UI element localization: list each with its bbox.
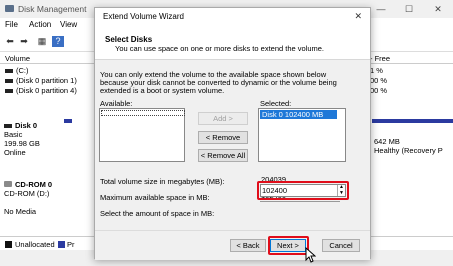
unallocated-swatch (5, 241, 12, 248)
menu-action[interactable]: Action (29, 20, 51, 29)
recovery-partition[interactable]: 642 MB Healthy (Recovery P (374, 137, 443, 155)
menu-view[interactable]: View (60, 20, 77, 29)
console-tree-icon[interactable]: ▦ (36, 36, 48, 47)
dialog-title: Extend Volume Wizard (103, 12, 184, 21)
available-disks-list[interactable] (99, 108, 185, 162)
total-size-label: Total volume size in megabytes (MB): (100, 177, 225, 186)
window-title: Disk Management (18, 4, 87, 14)
volume-icon (5, 69, 13, 74)
selected-label: Selected: (260, 99, 292, 108)
next-button-highlight (268, 236, 309, 255)
volume-name: (Disk 0 partition 1) (16, 76, 77, 85)
volume-icon (5, 89, 13, 94)
disk-0-bar-left (64, 119, 72, 123)
partition-size: 642 MB (374, 137, 400, 146)
description-text: You can only extend the volume to the av… (100, 70, 337, 95)
dialog-header: Select Disks You can use space on one or… (95, 25, 370, 60)
disk-type: Basic (4, 130, 23, 139)
disk-0-bar-right (372, 119, 453, 123)
column-free[interactable]: - Free (370, 54, 390, 63)
volume-free: 00 % (370, 86, 388, 95)
volume-name: (C:) (16, 66, 29, 75)
cdrom-name: CD-ROM 0 (15, 180, 53, 189)
dialog-close-button[interactable]: ✕ (354, 11, 362, 22)
available-label: Available: (100, 99, 133, 108)
select-space-label: Select the amount of space in MB: (100, 209, 215, 218)
back-arrow-icon[interactable]: ⬅ (4, 36, 16, 47)
cdrom-icon (4, 181, 12, 187)
cdrom-drive: CD-ROM (D:) (4, 189, 50, 198)
disk-status: Online (4, 148, 26, 157)
volume-icon (5, 79, 13, 84)
volume-name: (Disk 0 partition 4) (16, 86, 77, 95)
back-button[interactable]: < Back (230, 239, 266, 252)
volume-free: 00 % (370, 76, 388, 85)
disk-management-icon (5, 5, 14, 12)
selected-disks-list[interactable]: Disk 0 102400 MB (258, 108, 346, 162)
selected-disk-item[interactable]: Disk 0 102400 MB (260, 110, 338, 119)
dialog-footer: < Back Next > Cancel (95, 230, 370, 260)
page-heading: Select Disks (105, 35, 153, 44)
available-focus-item[interactable] (101, 110, 185, 116)
remove-all-button[interactable]: < Remove All (198, 149, 248, 162)
minimize-button[interactable]: — (370, 2, 392, 16)
dialog-body: You can only extend the volume to the av… (95, 60, 370, 228)
disk-name: Disk 0 (15, 121, 38, 130)
space-amount-highlight (257, 181, 349, 200)
max-space-label: Maximum available space in MB: (100, 193, 210, 202)
column-volume[interactable]: Volume (5, 54, 30, 63)
legend-unallocated: Unallocated (15, 240, 55, 249)
partition-status: Healthy (Recovery P (374, 146, 443, 155)
forward-arrow-icon[interactable]: ➡ (18, 36, 30, 47)
dialog-titlebar: Extend Volume Wizard ✕ (95, 8, 370, 25)
legend-primary: Pr (67, 240, 75, 249)
page-subheading: You can use space on one or more disks t… (115, 44, 325, 53)
disk-0-label[interactable]: Disk 0 Basic 199.98 GB Online (4, 121, 62, 157)
extend-volume-wizard: Extend Volume Wizard ✕ Select Disks You … (94, 7, 371, 260)
menu-file[interactable]: File (5, 20, 18, 29)
volume-free: 1 % (370, 66, 383, 75)
help-icon[interactable]: ? (52, 36, 64, 47)
disk-icon (4, 124, 12, 129)
disk-size: 199.98 GB (4, 139, 40, 148)
cdrom-media: No Media (4, 207, 37, 216)
maximize-button[interactable]: ☐ (398, 2, 420, 16)
cdrom-0-label[interactable]: CD-ROM 0 CD-ROM (D:) No Media (4, 180, 62, 216)
primary-swatch (58, 241, 65, 248)
close-button[interactable]: ✕ (427, 2, 449, 16)
add-button[interactable]: Add > (198, 112, 248, 125)
mouse-pointer-icon (305, 247, 316, 263)
cancel-button[interactable]: Cancel (322, 239, 360, 252)
remove-button[interactable]: < Remove (198, 131, 248, 144)
